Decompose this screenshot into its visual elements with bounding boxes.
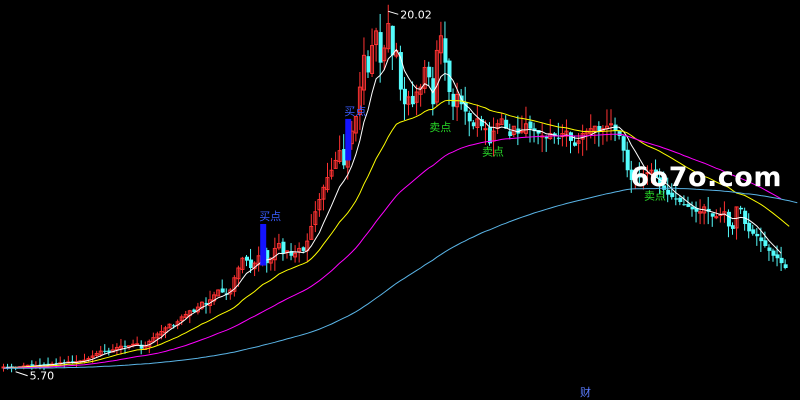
candle-down — [220, 288, 225, 293]
ma-mid-line — [3, 99, 790, 369]
candle-down — [508, 131, 513, 136]
footer-marker-label: 财 — [580, 385, 591, 399]
low-pointer — [15, 371, 28, 377]
candle-up — [483, 128, 488, 131]
candle-down — [783, 264, 788, 268]
candle-down — [573, 142, 578, 146]
candle-down — [759, 237, 764, 242]
candle-down — [390, 25, 395, 56]
candle-down — [682, 204, 687, 206]
candle-down — [779, 257, 784, 264]
candle-down — [556, 137, 561, 139]
candle-down — [301, 247, 306, 251]
candle-down — [621, 136, 626, 151]
candle-down — [411, 95, 416, 105]
ma-fast-line — [3, 48, 782, 369]
sell-signal-label: 卖点 — [482, 145, 504, 158]
buy-marker-bar — [345, 118, 352, 161]
candle-down — [678, 197, 683, 202]
candle-down — [726, 211, 731, 227]
candle-down — [674, 198, 679, 200]
candle-down — [281, 241, 286, 254]
candle-down — [443, 38, 448, 63]
candle-down — [747, 222, 752, 232]
candle-down — [245, 256, 249, 261]
candlestick-chart[interactable]: 买点买点卖点卖点卖点20.025.70财 — [0, 0, 800, 400]
candle-down — [378, 32, 383, 63]
candle-down — [617, 131, 622, 136]
candle-down — [30, 364, 35, 366]
candle-down — [755, 233, 760, 237]
candle-down — [249, 259, 254, 268]
sell-signal-label: 卖点 — [429, 121, 451, 134]
candle-down — [751, 229, 756, 234]
candle-down — [467, 112, 472, 122]
candle-down — [528, 121, 533, 129]
candle-down — [710, 213, 715, 217]
low-price-label: 5.70 — [30, 370, 55, 383]
candle-down — [123, 345, 128, 347]
candle-down — [686, 204, 691, 207]
candle-down — [763, 240, 768, 246]
candle-down — [471, 122, 476, 127]
candle-down — [739, 207, 744, 210]
buy-signal-label: 买点 — [344, 105, 366, 118]
candle-down — [402, 88, 407, 105]
candle-down — [544, 136, 549, 139]
candle-down — [670, 192, 675, 198]
candle-down — [366, 56, 371, 73]
candle-down — [775, 254, 780, 259]
high-pointer — [388, 10, 399, 15]
candle-up — [519, 130, 524, 133]
candle-down — [690, 206, 695, 210]
candle-down — [731, 225, 735, 229]
buy-marker-bar — [260, 224, 267, 266]
candle-up — [131, 343, 136, 346]
candle-down — [625, 149, 630, 171]
buy-signal-label: 买点 — [259, 210, 281, 223]
ma-long-line — [3, 187, 798, 369]
candle-down — [767, 247, 772, 251]
candle-down — [103, 350, 108, 352]
candle-down — [771, 250, 776, 256]
watermark: 6o7o.com — [630, 162, 782, 193]
high-price-label: 20.02 — [400, 8, 432, 21]
candle-down — [427, 66, 432, 78]
